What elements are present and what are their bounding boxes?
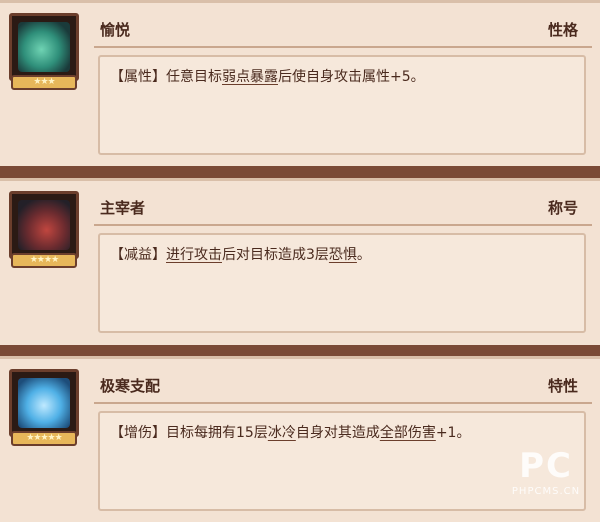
character-portrait: ★★★ — [9, 13, 79, 93]
desc-text: 【属性】任意目标 — [110, 69, 222, 85]
keyword-link[interactable]: 进行攻击 — [166, 247, 222, 263]
divider — [94, 224, 592, 226]
keyword-link[interactable]: 冰冷 — [268, 425, 296, 441]
trait-description: 【减益】进行攻击后对目标造成3层恐惧。 — [98, 233, 586, 333]
trait-card-2[interactable]: ★★★★ 主宰者 称号 【减益】进行攻击后对目标造成3层恐惧。 — [0, 178, 600, 345]
character-portrait-icon — [18, 378, 70, 428]
trait-name: 愉悦 — [100, 21, 131, 39]
keyword-link[interactable]: 恐惧 — [329, 247, 357, 263]
desc-text: 【增伤】目标每拥有15层 — [110, 425, 268, 441]
character-portrait-icon — [18, 22, 70, 72]
watermark-logo: PC — [519, 446, 573, 486]
site-watermark: PC PHPCMS.CN — [498, 446, 594, 516]
portrait-frame — [9, 369, 79, 437]
portrait-frame — [9, 13, 79, 81]
character-portrait-icon — [18, 200, 70, 250]
star-rating-icon: ★★★★ — [11, 253, 77, 268]
character-portrait: ★★★★★ — [9, 369, 79, 449]
desc-text: 自身对其造成 — [295, 425, 380, 441]
trait-name: 极寒支配 — [100, 377, 161, 395]
star-rating-icon: ★★★★★ — [11, 431, 77, 446]
divider — [94, 402, 592, 404]
trait-category: 称号 — [547, 199, 578, 217]
star-rating-icon: ★★★ — [11, 75, 77, 90]
desc-text: 。 — [356, 247, 371, 263]
watermark-site: PHPCMS.CN — [511, 486, 581, 497]
trait-name: 主宰者 — [100, 199, 146, 217]
trait-category: 特性 — [547, 377, 578, 395]
desc-text: +1。 — [435, 425, 471, 441]
trait-description: 【属性】任意目标弱点暴露后使自身攻击属性+5。 — [98, 55, 586, 155]
keyword-link[interactable]: 全部伤害 — [380, 425, 436, 441]
desc-text: 后使自身攻击属性+5。 — [278, 69, 425, 85]
keyword-link[interactable]: 弱点暴露 — [222, 69, 278, 85]
portrait-frame — [9, 191, 79, 259]
desc-text: 【减益】 — [110, 247, 166, 263]
character-portrait: ★★★★ — [9, 191, 79, 271]
divider — [94, 46, 592, 48]
desc-text: 后对目标造成3层 — [222, 247, 329, 263]
trait-category: 性格 — [547, 21, 578, 39]
trait-card-1[interactable]: ★★★ 愉悦 性格 【属性】任意目标弱点暴露后使自身攻击属性+5。 — [0, 0, 600, 166]
